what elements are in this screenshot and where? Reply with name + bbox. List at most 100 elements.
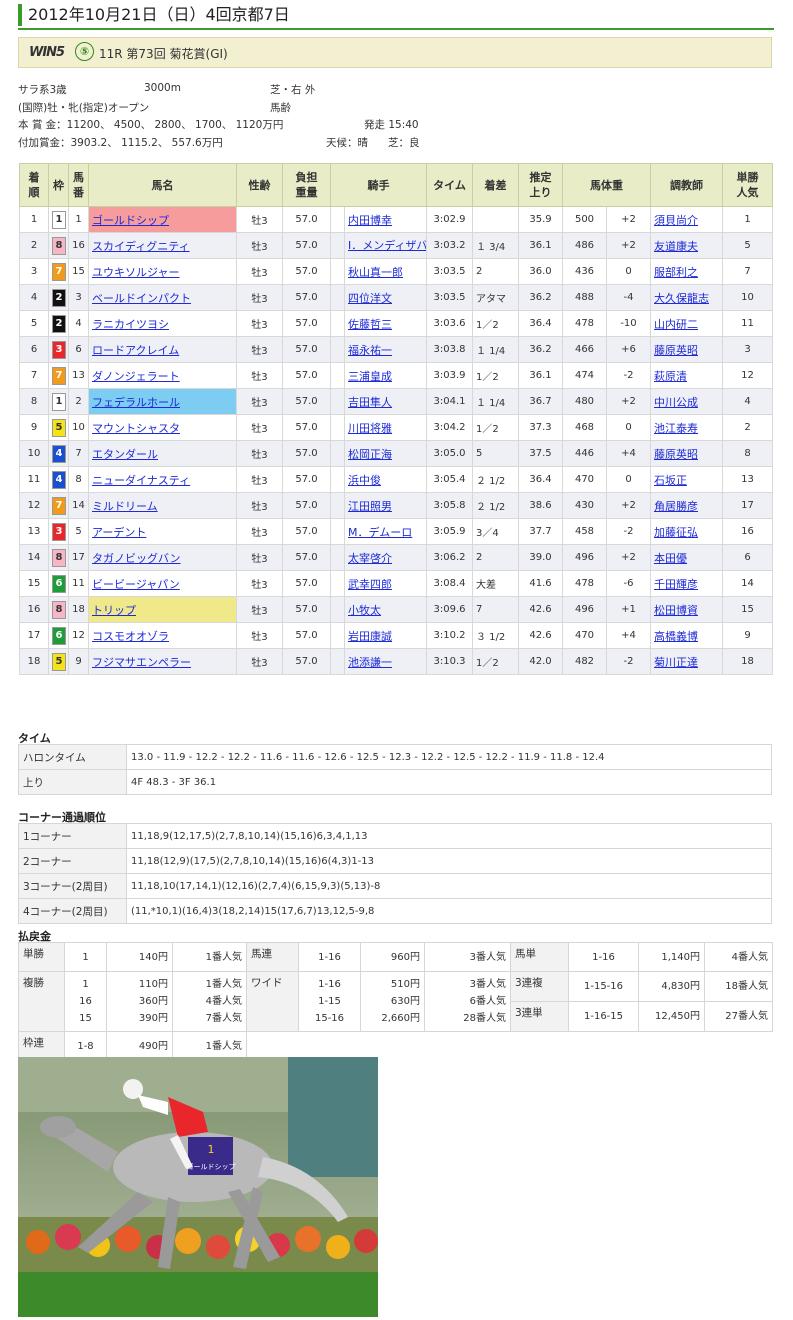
trainer-link[interactable]: 石坂正 [654, 474, 687, 487]
jockey-link[interactable]: 松岡正海 [348, 448, 392, 461]
horse-name-link[interactable]: エタンダール [92, 448, 158, 461]
trainer-link[interactable]: 高橋義博 [654, 630, 698, 643]
horse-name-cell[interactable]: ビービージャパン [88, 570, 237, 597]
jockey-link[interactable]: 岩田康誠 [348, 630, 392, 643]
horse-name-cell[interactable]: スカイディグニティ [88, 232, 237, 259]
jockey-cell[interactable]: 浜中俊 [344, 466, 427, 493]
horse-name-link[interactable]: マウントシャスタ [92, 422, 180, 435]
jockey-cell[interactable]: 小牧太 [344, 596, 427, 623]
horse-name-link[interactable]: アーデント [92, 526, 146, 539]
jockey-link[interactable]: 太宰啓介 [348, 552, 392, 565]
jockey-cell[interactable]: 佐藤哲三 [344, 310, 427, 337]
jockey-link[interactable]: 池添謙一 [348, 656, 392, 669]
jockey-cell[interactable]: 松岡正海 [344, 440, 427, 467]
trainer-cell[interactable]: 加藤征弘 [650, 518, 723, 545]
trainer-link[interactable]: 菊川正達 [654, 656, 698, 669]
jockey-cell[interactable]: 池添謙一 [344, 648, 427, 675]
jockey-cell[interactable]: 福永祐一 [344, 336, 427, 363]
horse-name-link[interactable]: フジマサエンペラー [92, 656, 191, 669]
jockey-cell[interactable]: 太宰啓介 [344, 544, 427, 571]
trainer-cell[interactable]: 大久保龍志 [650, 284, 723, 311]
trainer-link[interactable]: 山内研二 [654, 318, 698, 331]
trainer-cell[interactable]: 石坂正 [650, 466, 723, 493]
jockey-link[interactable]: 小牧太 [348, 604, 381, 617]
trainer-link[interactable]: 角居勝彦 [654, 500, 698, 513]
jockey-link[interactable]: 秋山真一郎 [348, 266, 403, 279]
trainer-cell[interactable]: 萩原清 [650, 362, 723, 389]
jockey-cell[interactable]: 三浦皇成 [344, 362, 427, 389]
horse-name-link[interactable]: コスモオオゾラ [92, 630, 169, 643]
trainer-link[interactable]: 千田輝彦 [654, 578, 698, 591]
trainer-link[interactable]: 藤原英昭 [654, 344, 698, 357]
trainer-cell[interactable]: 友道康夫 [650, 232, 723, 259]
horse-name-cell[interactable]: ゴールドシップ [88, 206, 237, 233]
jockey-link[interactable]: I．メンディザバル [348, 239, 426, 252]
jockey-cell[interactable]: M．デムーロ [344, 518, 427, 545]
trainer-link[interactable]: 須貝尚介 [654, 214, 698, 227]
horse-name-link[interactable]: トリップ [92, 604, 136, 617]
jockey-link[interactable]: 武幸四郎 [348, 578, 392, 591]
jockey-link[interactable]: 三浦皇成 [348, 370, 392, 383]
jockey-cell[interactable]: 四位洋文 [344, 284, 427, 311]
horse-name-cell[interactable]: アーデント [88, 518, 237, 545]
jockey-link[interactable]: 内田博幸 [348, 214, 392, 227]
trainer-cell[interactable]: 本田優 [650, 544, 723, 571]
horse-name-cell[interactable]: ロードアクレイム [88, 336, 237, 363]
horse-name-cell[interactable]: ラニカイツヨシ [88, 310, 237, 337]
trainer-cell[interactable]: 服部利之 [650, 258, 723, 285]
jockey-cell[interactable]: 武幸四郎 [344, 570, 427, 597]
jockey-cell[interactable]: 川田将雅 [344, 414, 427, 441]
horse-name-cell[interactable]: ミルドリーム [88, 492, 237, 519]
jockey-cell[interactable]: 吉田隼人 [344, 388, 427, 415]
jockey-link[interactable]: 江田照男 [348, 500, 392, 513]
trainer-cell[interactable]: 山内研二 [650, 310, 723, 337]
horse-name-link[interactable]: スカイディグニティ [92, 240, 190, 253]
trainer-cell[interactable]: 藤原英昭 [650, 440, 723, 467]
trainer-link[interactable]: 藤原英昭 [654, 448, 698, 461]
horse-name-link[interactable]: ニューダイナスティ [92, 474, 190, 487]
horse-name-cell[interactable]: タガノビッグバン [88, 544, 237, 571]
jockey-cell[interactable]: 岩田康誠 [344, 622, 427, 649]
trainer-cell[interactable]: 池江泰寿 [650, 414, 723, 441]
horse-name-link[interactable]: ゴールドシップ [92, 214, 169, 227]
horse-name-link[interactable]: ロードアクレイム [92, 344, 179, 357]
trainer-cell[interactable]: 須貝尚介 [650, 206, 723, 233]
horse-name-link[interactable]: タガノビッグバン [92, 552, 181, 565]
trainer-cell[interactable]: 角居勝彦 [650, 492, 723, 519]
trainer-cell[interactable]: 菊川正達 [650, 648, 723, 675]
trainer-link[interactable]: 中川公成 [654, 396, 698, 409]
horse-name-cell[interactable]: ニューダイナスティ [88, 466, 237, 493]
trainer-link[interactable]: 加藤征弘 [654, 526, 698, 539]
horse-name-cell[interactable]: フェデラルホール [88, 388, 237, 415]
trainer-link[interactable]: 服部利之 [654, 266, 698, 279]
jockey-cell[interactable]: I．メンディザバル [344, 232, 427, 259]
horse-name-cell[interactable]: コスモオオゾラ [88, 622, 237, 649]
jockey-link[interactable]: 浜中俊 [348, 474, 381, 487]
horse-name-link[interactable]: ダノンジェラート [92, 370, 180, 383]
trainer-cell[interactable]: 中川公成 [650, 388, 723, 415]
jockey-cell[interactable]: 秋山真一郎 [344, 258, 427, 285]
horse-name-cell[interactable]: エタンダール [88, 440, 237, 467]
horse-name-link[interactable]: フェデラルホール [92, 396, 180, 409]
jockey-link[interactable]: 四位洋文 [348, 292, 392, 305]
trainer-link[interactable]: 友道康夫 [654, 240, 698, 253]
horse-name-cell[interactable]: トリップ [88, 596, 237, 623]
jockey-cell[interactable]: 江田照男 [344, 492, 427, 519]
trainer-cell[interactable]: 藤原英昭 [650, 336, 723, 363]
jockey-link[interactable]: M．デムーロ [348, 526, 412, 539]
horse-name-cell[interactable]: ユウキソルジャー [88, 258, 237, 285]
jockey-link[interactable]: 川田将雅 [348, 422, 392, 435]
jockey-link[interactable]: 吉田隼人 [348, 396, 392, 409]
jockey-cell[interactable]: 内田博幸 [344, 206, 427, 233]
horse-name-link[interactable]: ミルドリーム [92, 500, 158, 513]
trainer-link[interactable]: 松田博資 [654, 604, 698, 617]
trainer-cell[interactable]: 高橋義博 [650, 622, 723, 649]
horse-name-link[interactable]: ビービージャパン [92, 578, 180, 591]
horse-name-cell[interactable]: マウントシャスタ [88, 414, 237, 441]
horse-name-link[interactable]: ユウキソルジャー [92, 266, 179, 279]
horse-name-link[interactable]: ラニカイツヨシ [92, 318, 169, 331]
trainer-link[interactable]: 本田優 [654, 552, 687, 565]
trainer-cell[interactable]: 松田博資 [650, 596, 723, 623]
jockey-link[interactable]: 福永祐一 [348, 344, 392, 357]
horse-name-cell[interactable]: フジマサエンペラー [88, 648, 237, 675]
